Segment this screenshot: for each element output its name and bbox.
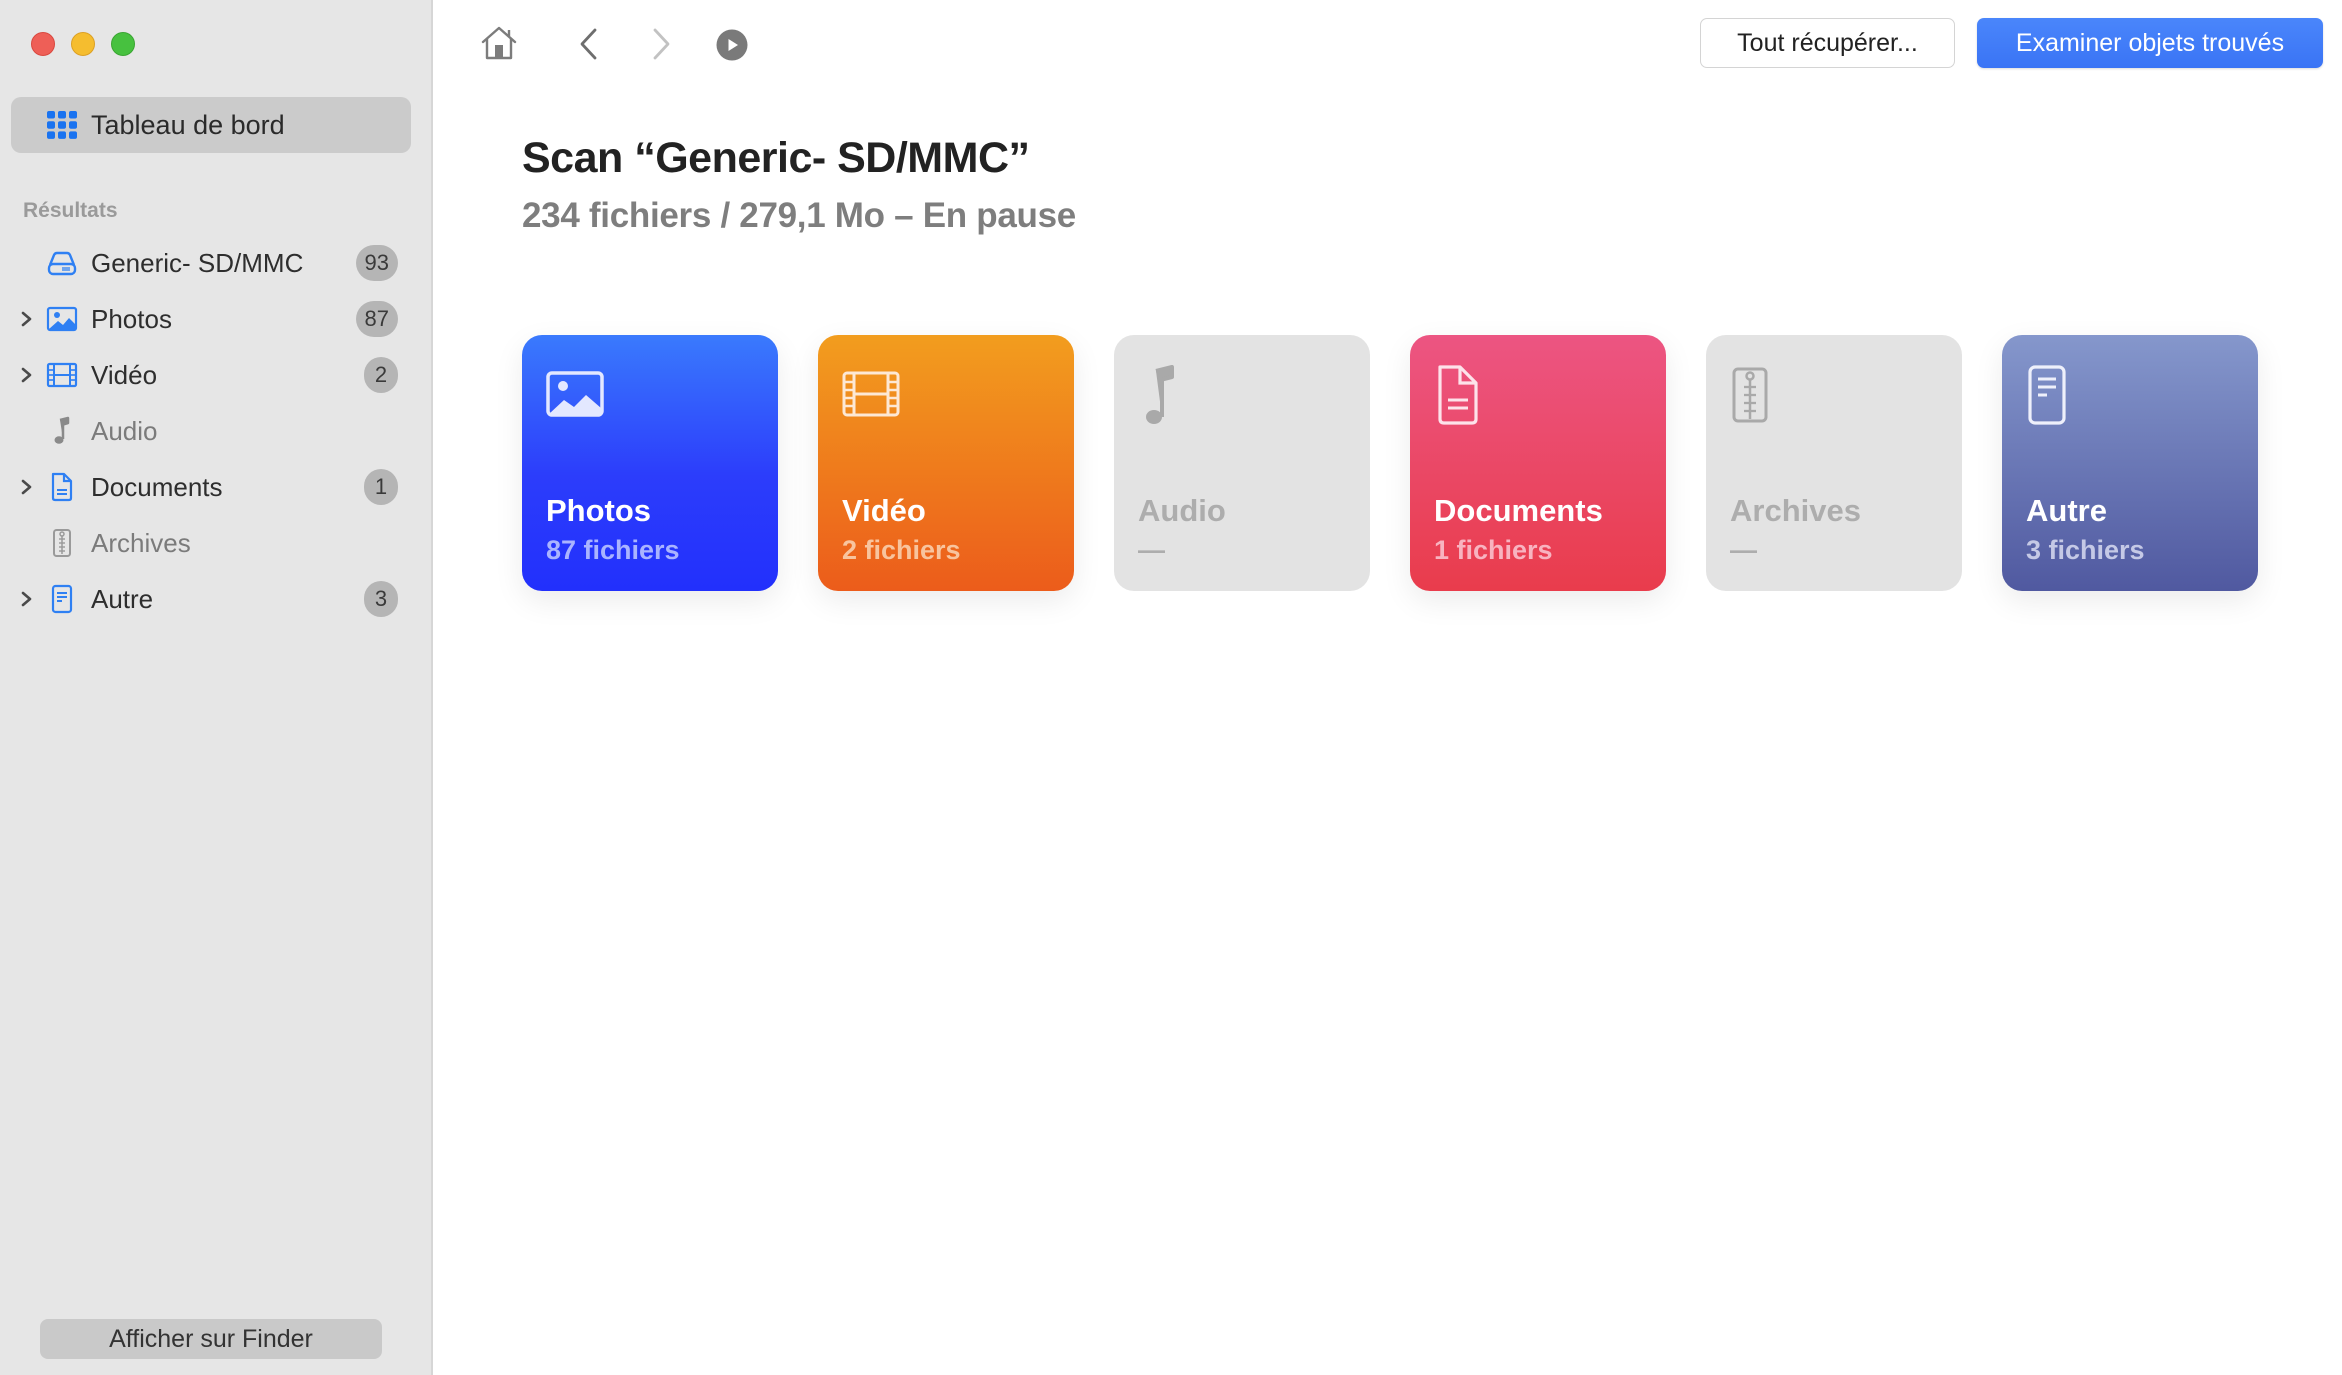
sidebar-item-video-label: Vidéo	[91, 359, 158, 390]
card-documents[interactable]: Documents 1 fichiers	[1410, 335, 1666, 591]
results-section-label: Résultats	[23, 199, 118, 222]
card-count: 87 fichiers	[546, 535, 680, 565]
close-window-button[interactable]	[31, 32, 55, 56]
sidebar-item-other[interactable]: Autre 3	[0, 575, 420, 623]
sidebar-item-video[interactable]: Vidéo 2	[0, 351, 420, 399]
maximize-window-button[interactable]	[111, 32, 135, 56]
recover-all-button[interactable]: Tout récupérer...	[1700, 18, 1955, 68]
minimize-window-button[interactable]	[71, 32, 95, 56]
count-badge: 3	[364, 581, 398, 617]
music-note-icon	[1146, 365, 1174, 424]
card-title: Autre	[2026, 493, 2107, 528]
back-icon[interactable]	[578, 26, 600, 62]
card-count: —	[1730, 535, 1757, 565]
card-count: 3 fichiers	[2026, 535, 2145, 565]
card-title: Vidéo	[842, 493, 926, 528]
drive-icon	[47, 251, 77, 276]
card-title: Documents	[1434, 493, 1603, 528]
sidebar-item-photos[interactable]: Photos 87	[0, 295, 420, 343]
review-found-items-button[interactable]: Examiner objets trouvés	[1977, 18, 2323, 68]
count-badge: 93	[355, 245, 398, 281]
photo-icon	[546, 371, 604, 417]
card-other[interactable]: Autre 3 fichiers	[2002, 335, 2258, 591]
chevron-right-icon[interactable]	[20, 475, 34, 499]
count-badge: 87	[355, 301, 398, 337]
text-file-icon	[51, 584, 73, 614]
card-count: 1 fichiers	[1434, 535, 1553, 565]
sidebar-item-other-label: Autre	[91, 583, 154, 614]
sidebar-item-audio[interactable]: Audio	[0, 407, 420, 455]
card-count: 2 fichiers	[842, 535, 961, 565]
card-archives[interactable]: Archives —	[1706, 335, 1962, 591]
document-icon	[1438, 365, 1478, 425]
zip-archive-icon	[53, 529, 71, 557]
film-icon	[46, 362, 78, 388]
sidebar-item-documents[interactable]: Documents 1	[0, 463, 420, 511]
chevron-right-icon[interactable]	[20, 587, 34, 611]
count-badge: 1	[364, 469, 398, 505]
music-note-icon	[54, 416, 70, 444]
card-title: Photos	[546, 493, 652, 528]
text-file-icon	[2028, 365, 2066, 425]
zip-archive-icon	[1732, 367, 1768, 423]
card-audio[interactable]: Audio —	[1114, 335, 1370, 591]
card-video[interactable]: Vidéo 2 fichiers	[818, 335, 1074, 591]
home-icon[interactable]	[480, 24, 518, 62]
sidebar-item-dashboard-label: Tableau de bord	[91, 109, 285, 140]
sidebar-item-archives-label: Archives	[91, 527, 191, 558]
chevron-right-icon[interactable]	[20, 363, 34, 387]
count-badge: 2	[364, 357, 398, 393]
sidebar-item-archives[interactable]: Archives	[0, 519, 420, 567]
chevron-right-icon[interactable]	[20, 307, 34, 331]
category-cards: Photos 87 fichiers Vidéo 2 fichiers Audi…	[522, 335, 2258, 591]
sidebar-item-dashboard[interactable]: Tableau de bord	[11, 97, 411, 153]
sidebar-item-documents-label: Documents	[91, 471, 223, 502]
play-icon[interactable]	[716, 29, 748, 61]
card-title: Audio	[1138, 493, 1226, 528]
card-photos[interactable]: Photos 87 fichiers	[522, 335, 778, 591]
sidebar-item-audio-label: Audio	[91, 415, 158, 446]
sidebar-item-photos-label: Photos	[91, 303, 172, 334]
scan-summary: 234 fichiers / 279,1 Mo – En pause	[522, 196, 1076, 235]
photo-icon	[46, 306, 78, 332]
document-icon	[51, 472, 73, 502]
forward-icon[interactable]	[650, 26, 672, 62]
card-count: —	[1138, 535, 1165, 565]
page-title: Scan “Generic- SD/MMC”	[522, 134, 1030, 182]
grid-icon	[47, 111, 77, 139]
card-title: Archives	[1730, 493, 1861, 528]
film-icon	[842, 371, 900, 417]
window-controls	[31, 32, 135, 56]
sidebar-item-drive[interactable]: Generic- SD/MMC 93	[0, 239, 420, 287]
sidebar-item-drive-label: Generic- SD/MMC	[91, 247, 304, 278]
show-in-finder-button[interactable]: Afficher sur Finder	[40, 1319, 382, 1359]
sidebar: Tableau de bord Résultats Generic- SD/MM…	[0, 0, 433, 1375]
